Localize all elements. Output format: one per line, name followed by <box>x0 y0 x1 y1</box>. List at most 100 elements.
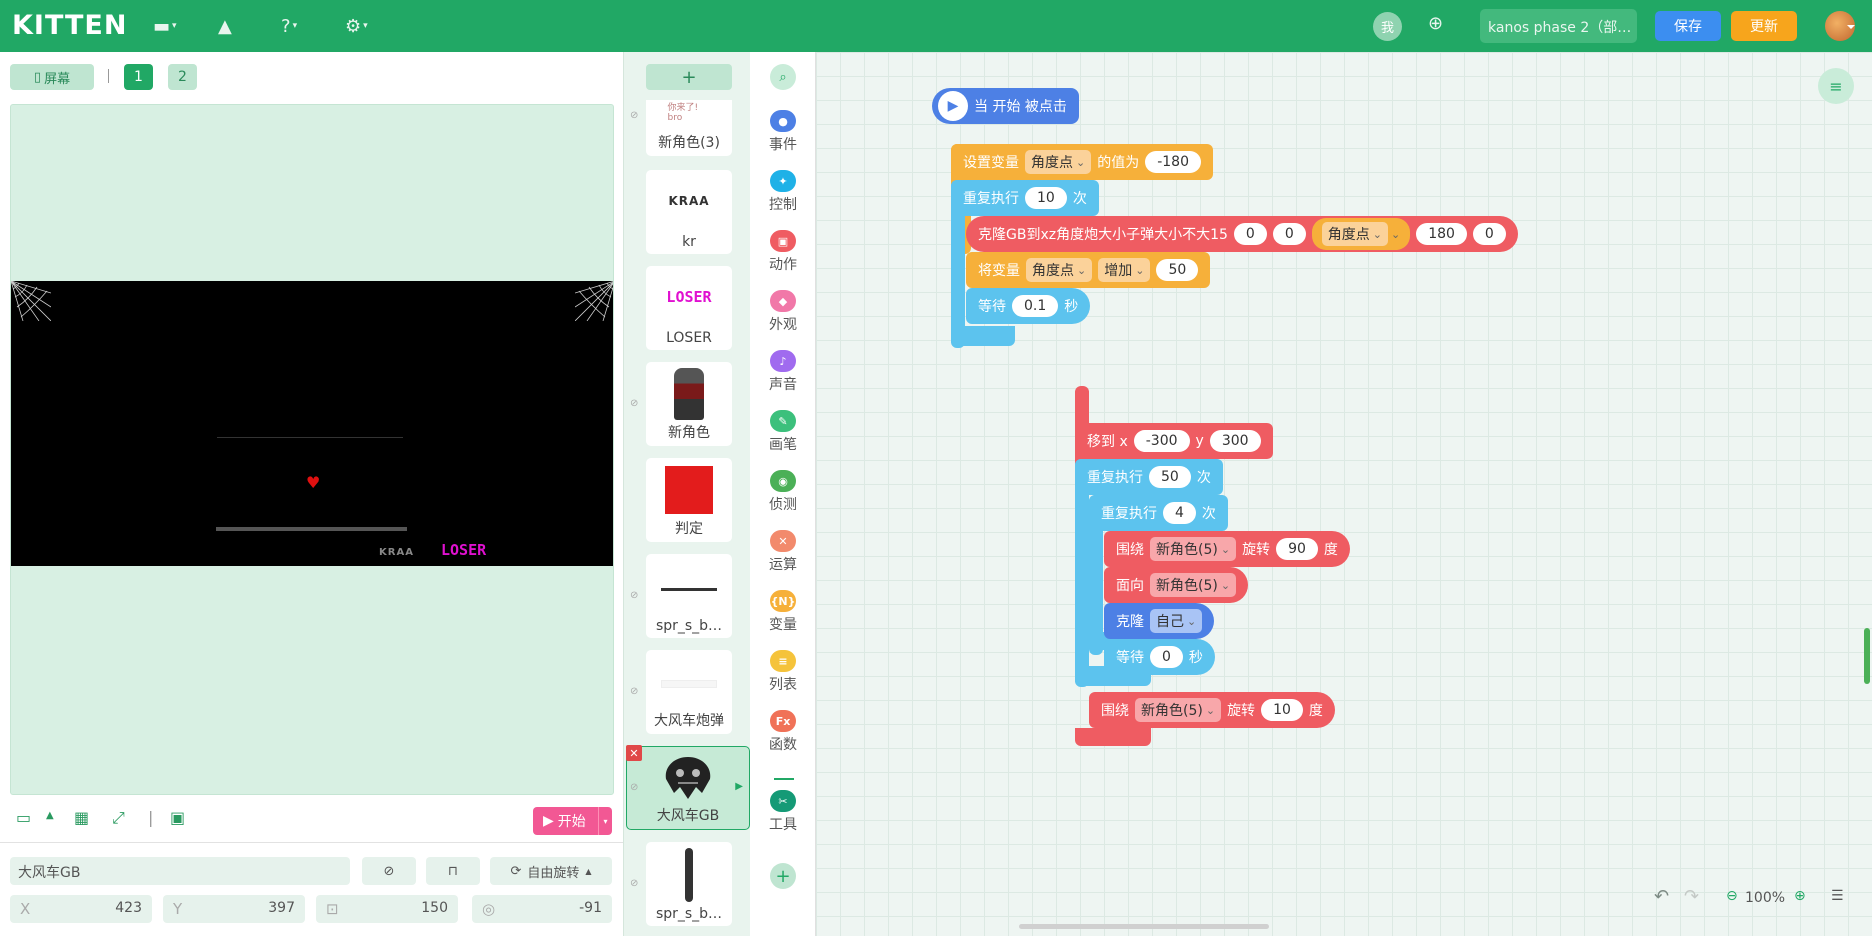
repeat-outer-block[interactable]: 重复执行 50 次 <box>1075 459 1223 495</box>
goto-xy-block[interactable]: 移到 x -300 y 300 <box>1075 423 1273 459</box>
degrees-input[interactable]: 90 <box>1276 538 1318 560</box>
category-2[interactable]: ✦ 控制 <box>750 170 816 214</box>
visibility-toggle[interactable]: ⊘ <box>362 857 416 885</box>
add-extension-button[interactable]: + <box>770 863 796 889</box>
zoom-out-icon[interactable]: ⊖ <box>1726 888 1738 904</box>
eye-off-icon[interactable]: ⊘ <box>630 110 638 121</box>
category-4[interactable]: ◆ 外观 <box>750 290 816 334</box>
repeat-inner-block[interactable]: 重复执行 4 次 <box>1089 495 1228 531</box>
chevron-down-icon[interactable]: ▾ <box>598 807 612 835</box>
sprite-name-input[interactable]: 大风车GB <box>10 857 350 885</box>
sprite-item[interactable]: 新角色 <box>646 362 732 446</box>
rotation-mode-select[interactable]: ⟳ 自由旋转 ▲ <box>490 857 612 885</box>
search-icon[interactable]: ⌕ <box>770 64 796 90</box>
sprite-item[interactable]: 判定 <box>646 458 732 542</box>
present-icon[interactable]: ▣ <box>170 808 185 827</box>
clone-target-dropdown[interactable]: 自己 <box>1150 609 1203 633</box>
zoom-in-icon[interactable]: ⊕ <box>1794 888 1806 904</box>
add-sprite-button[interactable]: + <box>646 64 732 90</box>
start-button[interactable]: ▶ 开始 ▾ <box>533 807 612 835</box>
align-blocks-icon[interactable]: ☰ <box>1831 888 1844 904</box>
value-input[interactable]: 50 <box>1156 259 1199 281</box>
fullscreen-icon[interactable]: ⤢ <box>112 808 125 828</box>
stage-canvas[interactable]: ♥ KRAA LOSER <box>10 104 614 795</box>
stage-size-icon[interactable]: ▭ <box>16 808 31 827</box>
clone-block[interactable]: 克隆 自己 <box>1104 603 1215 639</box>
sprite-item[interactable]: KRAA kr <box>646 170 732 254</box>
repeat-count-input[interactable]: 10 <box>1025 187 1067 209</box>
wait-block[interactable]: 等待 0 秒 <box>1104 639 1215 675</box>
grid-icon[interactable]: ▦ <box>74 808 89 827</box>
category-12[interactable]: ✂ 工具 <box>750 790 816 834</box>
orbit-block[interactable]: 围绕 新角色(5) 旋转 10 度 <box>1089 692 1335 728</box>
save-button[interactable]: 保存 <box>1655 11 1721 41</box>
caret-up-icon[interactable]: ▲ <box>46 810 54 821</box>
undo-icon[interactable]: ↶ <box>1654 886 1669 907</box>
avatar[interactable] <box>1825 11 1855 41</box>
delete-sprite-icon[interactable]: ✕ <box>626 745 642 761</box>
operation-dropdown[interactable]: 增加 <box>1098 258 1151 282</box>
screen-button[interactable]: ▯ 屏幕 <box>10 64 94 90</box>
eye-off-icon[interactable]: ⊘ <box>630 590 638 601</box>
face-towards-block[interactable]: 面向 新角色(5) <box>1104 567 1249 603</box>
orbit-block[interactable]: 围绕 新角色(5) 旋转 90 度 <box>1104 531 1350 567</box>
category-11[interactable]: Fx 函数 <box>750 710 816 754</box>
wait-block[interactable]: 等待 0.1 秒 <box>966 288 1091 324</box>
variable-reporter[interactable]: 角度点 <box>1311 218 1411 250</box>
code-workspace[interactable]: ▶ 当 开始 被点击 设置变量 角度点 的值为 -180 重复执行 10 次 克… <box>816 52 1872 936</box>
kitten-logo[interactable]: KITTEN <box>12 10 127 41</box>
category-9[interactable]: {N} 变量 <box>750 590 816 634</box>
eye-off-icon[interactable]: ⊘ <box>630 878 638 889</box>
eye-off-icon[interactable]: ⊘ <box>630 782 638 793</box>
wait-seconds-input[interactable]: 0.1 <box>1012 295 1059 317</box>
code-search-icon[interactable]: ≡ <box>1818 68 1854 104</box>
eye-off-icon[interactable]: ⊘ <box>630 686 638 697</box>
user-badge[interactable]: 我 <box>1373 12 1402 41</box>
when-start-hat[interactable]: ▶ 当 开始 被点击 <box>932 88 1079 124</box>
y-field[interactable]: Y 397 <box>163 895 305 923</box>
sprite-item[interactable]: spr_s_b… <box>646 842 732 926</box>
add-collaborator-icon[interactable]: ⊕ <box>1428 13 1443 34</box>
variable-dropdown[interactable]: 角度点 <box>1026 258 1093 282</box>
set-variable-block[interactable]: 设置变量 角度点 的值为 -180 <box>951 144 1213 180</box>
arg-input[interactable]: 0 <box>1472 223 1506 245</box>
category-6[interactable]: ✎ 画笔 <box>750 410 816 454</box>
category-3[interactable]: ▣ 动作 <box>750 230 816 274</box>
redo-icon[interactable]: ↷ <box>1684 886 1699 907</box>
category-8[interactable]: ✕ 运算 <box>750 530 816 574</box>
repeat-count-input[interactable]: 4 <box>1163 502 1196 524</box>
target-dropdown[interactable]: 新角色(5) <box>1150 537 1237 561</box>
change-variable-block[interactable]: 将变量 角度点 增加 50 <box>966 252 1211 288</box>
category-1[interactable]: ● 事件 <box>750 110 816 154</box>
target-dropdown[interactable]: 新角色(5) <box>1135 698 1222 722</box>
update-button[interactable]: 更新 <box>1731 11 1797 41</box>
sprite-item-selected[interactable]: 大风车GB ▶ <box>626 746 750 830</box>
degrees-input[interactable]: 10 <box>1261 699 1303 721</box>
size-field[interactable]: ⊡ 150 <box>316 895 458 923</box>
category-7[interactable]: ◉ 侦测 <box>750 470 816 514</box>
settings-menu[interactable]: ⚙ ▾ <box>345 13 368 39</box>
arg-input[interactable]: 180 <box>1416 223 1467 245</box>
value-input[interactable]: -180 <box>1145 151 1201 173</box>
vertical-scrollbar[interactable] <box>1864 628 1870 684</box>
arg-input[interactable]: 0 <box>1233 223 1267 245</box>
page-tab-1[interactable]: 1 <box>124 64 153 90</box>
wait-seconds-input[interactable]: 0 <box>1150 646 1183 668</box>
sprite-item[interactable]: spr_s_b… <box>646 554 732 638</box>
clone-function-block[interactable]: 克隆GB到xz角度炮大小子弹大小不大15 0 0 角度点 180 0 <box>966 216 1518 252</box>
sprite-item[interactable]: 大风车炮弹 <box>646 650 732 734</box>
variable-dropdown[interactable]: 角度点 <box>1025 150 1092 174</box>
eye-off-icon[interactable]: ⊘ <box>630 398 638 409</box>
repeat-count-input[interactable]: 50 <box>1149 466 1191 488</box>
folder-menu[interactable]: ▬ ▾ <box>153 13 177 39</box>
help-menu[interactable]: ? ▾ <box>281 13 297 39</box>
lock-toggle[interactable]: ⊓ <box>426 857 480 885</box>
target-dropdown[interactable]: 新角色(5) <box>1150 573 1237 597</box>
category-10[interactable]: ≡ 列表 <box>750 650 816 694</box>
repeat-block[interactable]: 重复执行 10 次 <box>951 180 1099 216</box>
arg-input[interactable]: 0 <box>1272 223 1306 245</box>
direction-field[interactable]: ◎ -91 <box>472 895 612 923</box>
category-5[interactable]: ♪ 声音 <box>750 350 816 394</box>
horizontal-scrollbar[interactable] <box>1019 924 1269 929</box>
sprite-item[interactable]: LOSER LOSER <box>646 266 732 350</box>
